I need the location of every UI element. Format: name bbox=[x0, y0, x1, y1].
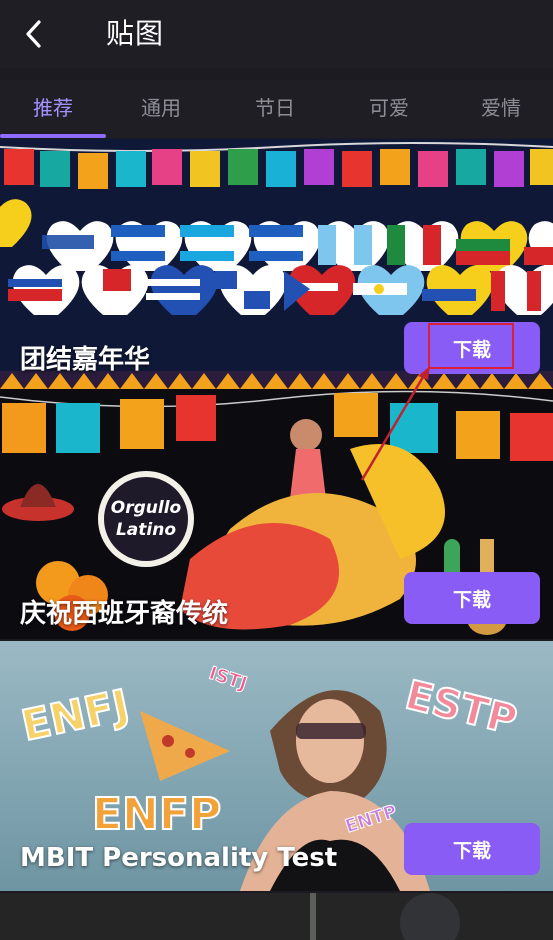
sticker-text-enfp: ENFP bbox=[92, 789, 221, 840]
top-bar: 贴图 bbox=[0, 0, 553, 68]
pack-title: 庆祝西班牙裔传统 bbox=[20, 599, 229, 629]
download-button[interactable]: 下载 bbox=[404, 572, 540, 624]
chevron-left-icon bbox=[26, 20, 41, 48]
download-button[interactable]: 下载 bbox=[404, 823, 540, 875]
tab-cute[interactable]: 可爱 bbox=[336, 80, 442, 136]
sticker-text-orgullo: Orgullo bbox=[111, 498, 182, 518]
active-tab-indicator bbox=[0, 134, 106, 138]
tab-general[interactable]: 通用 bbox=[108, 80, 214, 136]
sticker-pack-card[interactable] bbox=[0, 893, 553, 940]
pack-title: MBIT Personality Test bbox=[20, 843, 338, 873]
tab-recommended[interactable]: 推荐 bbox=[0, 80, 106, 136]
tab-holiday[interactable]: 节日 bbox=[222, 80, 328, 136]
pack-title: 团结嘉年华 bbox=[20, 345, 151, 375]
download-button[interactable]: 下载 bbox=[404, 322, 540, 374]
tab-love[interactable]: 爱情 bbox=[448, 80, 553, 136]
sticker-text-latino: Latino bbox=[116, 520, 176, 540]
sticker-pack-card[interactable]: ENFJ ISTJ ESTP ENFP ENTP MBIT Personalit… bbox=[0, 641, 553, 891]
sticker-pack-card[interactable]: 团结嘉年华 下载 bbox=[0, 139, 553, 389]
next-pack-banner-image bbox=[0, 893, 553, 940]
category-tab-bar: 推荐 通用 节日 可爱 爱情 bbox=[0, 80, 553, 138]
sticker-pack-card[interactable]: Orgullo Latino 庆祝西班牙裔传统 下载 bbox=[0, 389, 553, 639]
page-title: 贴图 bbox=[106, 17, 165, 50]
back-button[interactable] bbox=[14, 14, 54, 54]
